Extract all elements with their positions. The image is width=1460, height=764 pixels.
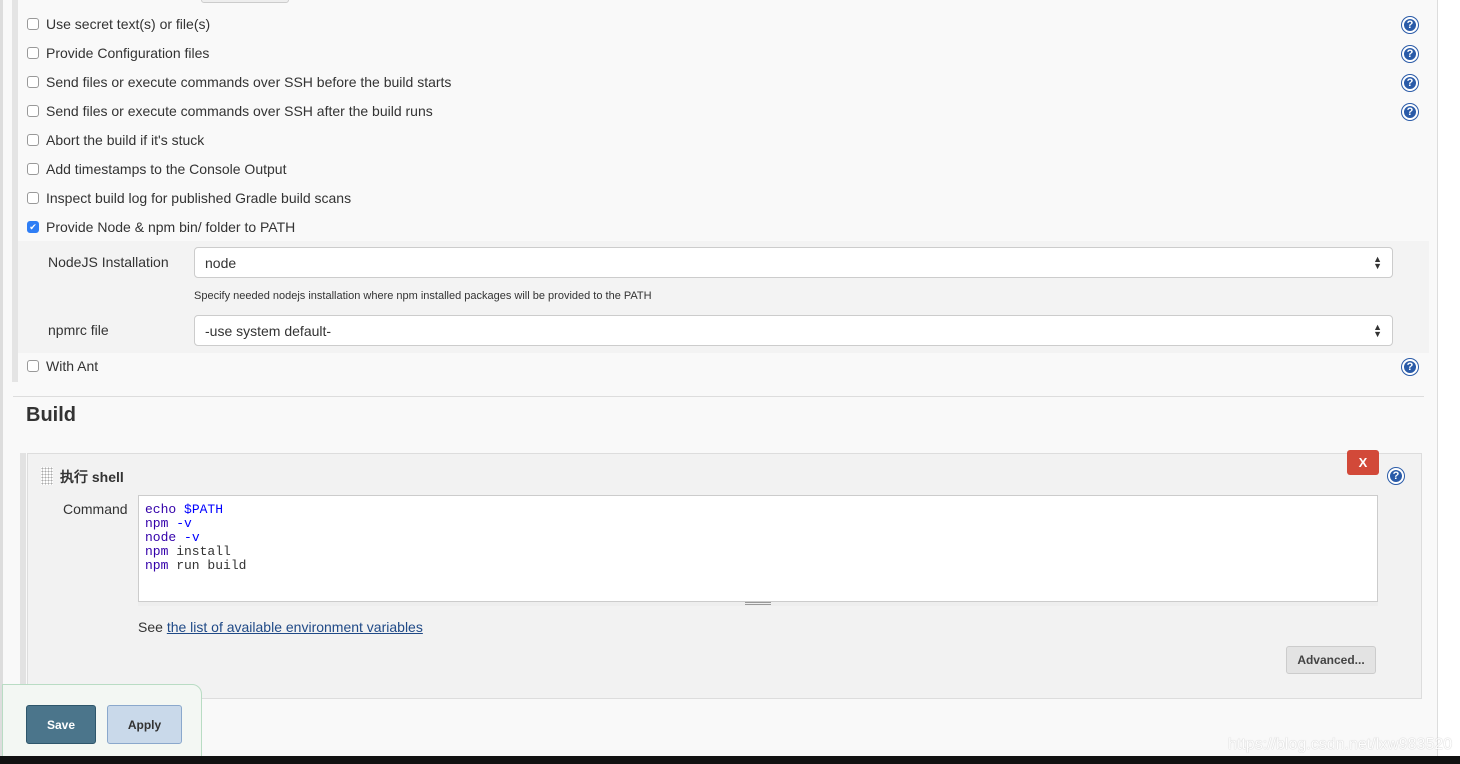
- apply-button[interactable]: Apply: [107, 705, 182, 744]
- config-page: Use secret text(s) or file(s)? Provide Co…: [0, 0, 1438, 756]
- option-label: Provide Configuration files: [46, 45, 210, 61]
- drag-handle-icon[interactable]: [41, 467, 53, 485]
- option-label: Abort the build if it's stuck: [46, 132, 205, 148]
- option-row[interactable]: Send files or execute commands over SSH …: [27, 72, 1427, 92]
- help-icon[interactable]: ?: [1388, 468, 1404, 484]
- build-stripe: [20, 453, 26, 693]
- watermark: https://blog.csdn.net/lxw983520: [1228, 736, 1453, 753]
- nodejs-installation-select[interactable]: node ▲ ▼: [194, 247, 1393, 278]
- npmrc-label: npmrc file: [48, 322, 109, 338]
- command-label: Command: [63, 501, 128, 517]
- command-line: npm run build: [145, 558, 247, 573]
- option-row[interactable]: Use secret text(s) or file(s): [27, 14, 1427, 34]
- checkbox[interactable]: [27, 134, 39, 146]
- option-with-ant[interactable]: With Ant: [27, 356, 1427, 376]
- npmrc-select[interactable]: -use system default- ▲ ▼: [194, 315, 1393, 346]
- nodejs-installation-label: NodeJS Installation: [48, 254, 169, 270]
- select-arrows-icon: ▲ ▼: [1373, 321, 1382, 339]
- option-label: Send files or execute commands over SSH …: [46, 103, 433, 119]
- save-button[interactable]: Save: [26, 705, 96, 744]
- nodejs-hint: Specify needed nodejs installation where…: [194, 290, 652, 302]
- checkbox[interactable]: [27, 47, 39, 59]
- see-prefix: See: [138, 619, 163, 635]
- env-vars-link[interactable]: the list of available environment variab…: [167, 619, 423, 635]
- checkbox[interactable]: ✔: [27, 221, 39, 233]
- option-row[interactable]: Provide Configuration files: [27, 43, 1427, 63]
- textarea-resize-handle[interactable]: [138, 601, 1378, 606]
- command-line: node -v: [145, 530, 200, 545]
- checkbox[interactable]: [27, 163, 39, 175]
- option-label: Send files or execute commands over SSH …: [46, 74, 452, 90]
- option-row[interactable]: Send files or execute commands over SSH …: [27, 101, 1427, 121]
- checkbox[interactable]: [27, 192, 39, 204]
- advanced-button[interactable]: Advanced...: [1286, 646, 1376, 674]
- option-row[interactable]: Abort the build if it's stuck: [27, 130, 1427, 150]
- option-row[interactable]: Add timestamps to the Console Output: [27, 159, 1427, 179]
- help-icon[interactable]: ?: [1402, 75, 1418, 91]
- option-row[interactable]: ✔ Provide Node & npm bin/ folder to PATH: [27, 217, 1427, 237]
- partial-button[interactable]: [201, 0, 289, 3]
- help-icon[interactable]: ?: [1402, 359, 1418, 375]
- command-line: npm install: [145, 544, 231, 559]
- option-label: Inspect build log for published Gradle b…: [46, 190, 352, 206]
- bottom-edge: [0, 756, 1460, 764]
- option-label: Use secret text(s) or file(s): [46, 16, 211, 32]
- env-vars-hint: See the list of available environment va…: [138, 619, 423, 635]
- select-arrows-icon: ▲ ▼: [1373, 253, 1382, 271]
- help-icon[interactable]: ?: [1402, 17, 1418, 33]
- divider: [13, 396, 1424, 397]
- delete-step-button[interactable]: X: [1347, 450, 1379, 475]
- command-line: echo $PATH: [145, 502, 224, 517]
- select-value: node: [205, 254, 237, 271]
- checkbox[interactable]: [27, 18, 39, 30]
- command-textarea[interactable]: echo $PATH npm -v node -v npm install npm ru…: [138, 495, 1378, 606]
- help-icon[interactable]: ?: [1402, 46, 1418, 62]
- select-value: -use system default-: [205, 322, 332, 339]
- option-label: With Ant: [46, 358, 99, 374]
- checkbox[interactable]: [27, 105, 39, 117]
- build-heading: Build: [26, 404, 76, 426]
- option-label: Add timestamps to the Console Output: [46, 161, 287, 177]
- help-icon[interactable]: ?: [1402, 104, 1418, 120]
- option-row[interactable]: Inspect build log for published Gradle b…: [27, 188, 1427, 208]
- checkbox[interactable]: [27, 360, 39, 372]
- option-label: Provide Node & npm bin/ folder to PATH: [46, 219, 296, 235]
- command-line: npm -v: [145, 516, 192, 531]
- build-step-title: 执行 shell: [60, 469, 124, 485]
- checkbox[interactable]: [27, 76, 39, 88]
